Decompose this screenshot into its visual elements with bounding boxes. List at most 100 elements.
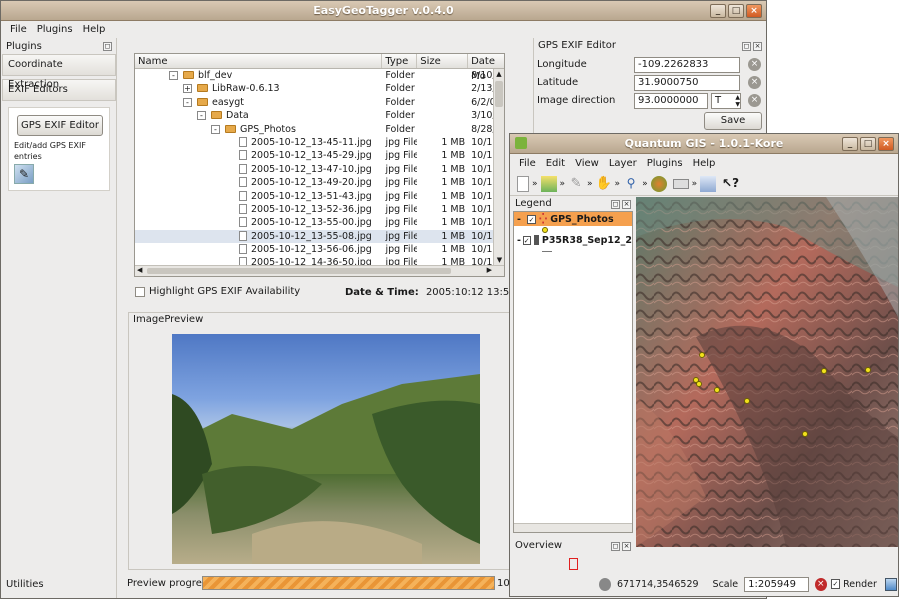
pan-hand-icon[interactable]: ✋ <box>596 176 612 192</box>
col-type[interactable]: Type <box>382 54 418 68</box>
bookmark-icon[interactable] <box>700 175 717 192</box>
float-icon[interactable]: ◻ <box>742 42 751 51</box>
legend-hscroll[interactable] <box>514 523 632 532</box>
menu-file[interactable]: File <box>5 24 32 35</box>
clear-direction-icon[interactable]: × <box>748 94 761 107</box>
float-icon[interactable]: ◻ <box>611 199 620 209</box>
capture-icon[interactable] <box>672 178 689 189</box>
table-row[interactable]: 2005-10-12_13-55-08.jpgjpg File1 MB10/12… <box>135 229 504 244</box>
cell-type: jpg File <box>385 203 418 215</box>
map-photo-point[interactable] <box>714 387 720 393</box>
map-photo-point[interactable] <box>699 352 705 358</box>
table-row[interactable]: 2005-10-12_13-55-00.jpgjpg File1 MB10/12… <box>135 216 504 229</box>
digitize-pencil-icon[interactable]: ✎ <box>568 176 584 192</box>
sidebar-item-exif-editors[interactable]: EXIF Editors <box>2 79 116 101</box>
cell-size: 1 MB <box>441 217 466 229</box>
clear-longitude-icon[interactable]: × <box>748 58 761 71</box>
menu-help[interactable]: Help <box>78 24 111 35</box>
table-row[interactable]: -blf_devFolder8/10/09 <box>135 69 504 82</box>
table-row[interactable]: 2005-10-12_13-56-06.jpgjpg File1 MB10/12… <box>135 243 504 256</box>
expander-icon[interactable]: + <box>183 84 192 94</box>
qgis-titlebar: Quantum GIS - 1.0.1-Kore _ □ × <box>510 134 898 154</box>
identify-icon[interactable]: ⚲ <box>623 176 639 192</box>
render-checkbox[interactable]: ✓ <box>830 579 841 589</box>
layer-gps-photos[interactable]: - ✓ ⁛ GPS_Photos <box>514 212 632 226</box>
longitude-input[interactable]: -109.2262833 <box>634 57 740 73</box>
minimize-button[interactable]: _ <box>710 4 726 18</box>
coordinate-capture-icon[interactable] <box>599 577 611 591</box>
qgis-menu-plugins[interactable]: Plugins <box>642 158 688 169</box>
scroll-thumb[interactable] <box>495 81 503 107</box>
close-icon[interactable]: × <box>622 541 631 551</box>
col-date[interactable]: Date Mo <box>468 54 504 82</box>
qgis-menu-layer[interactable]: Layer <box>604 158 642 169</box>
qgis-menu-file[interactable]: File <box>514 158 541 169</box>
spinner-arrows-icon[interactable]: ▲ ▼ <box>735 94 740 108</box>
layer-expander[interactable]: - <box>517 214 527 225</box>
map-photo-point[interactable] <box>865 367 871 373</box>
table-row[interactable]: 2005-10-12_13-52-36.jpgjpg File1 MB10/12… <box>135 203 504 216</box>
col-name[interactable]: Name <box>135 54 383 68</box>
save-button[interactable]: Save <box>704 112 762 130</box>
qgis-menu-view[interactable]: View <box>570 158 604 169</box>
table-row[interactable]: 2005-10-12_13-45-11.jpgjpg File1 MB10/12… <box>135 136 504 149</box>
map-photo-point[interactable] <box>821 368 827 374</box>
sidebar-item-coordinate-extraction[interactable]: Coordinate Extraction <box>2 54 116 90</box>
qgis-menu-edit[interactable]: Edit <box>541 158 570 169</box>
gps-exif-editor-button[interactable]: GPS EXIF Editor <box>17 115 103 136</box>
expander-icon[interactable]: - <box>197 111 206 121</box>
float-icon[interactable]: ◻ <box>103 41 112 51</box>
table-row[interactable]: -DataFolder3/10/09 <box>135 109 504 122</box>
close-icon[interactable]: × <box>753 42 762 51</box>
plugin-icon[interactable] <box>650 175 667 192</box>
stop-render-icon[interactable]: × <box>814 577 827 591</box>
new-project-icon[interactable] <box>517 175 529 192</box>
col-size[interactable]: Size <box>417 54 469 68</box>
file-name: 2005-10-12_13-45-29.jpg <box>251 150 372 162</box>
table-row[interactable]: 2005-10-12_13-45-29.jpgjpg File1 MB10/12… <box>135 149 504 162</box>
vertical-scrollbar[interactable]: ▲ ▼ <box>493 69 504 266</box>
utilities-footer[interactable]: Utilities <box>6 579 44 590</box>
map-photo-point[interactable] <box>802 431 808 437</box>
direction-input[interactable]: 93.0000000 <box>634 93 708 109</box>
float-icon[interactable]: ◻ <box>611 541 620 551</box>
satellite-tool-icon[interactable]: ✎ <box>14 164 34 184</box>
highlight-checkbox[interactable] <box>135 286 145 297</box>
add-layer-icon[interactable] <box>540 175 557 192</box>
whats-this-icon[interactable]: ↖? <box>722 176 739 192</box>
close-icon[interactable]: × <box>622 199 631 209</box>
maximize-button[interactable]: □ <box>728 4 744 18</box>
menu-plugins[interactable]: Plugins <box>32 24 78 35</box>
latitude-input[interactable]: 31.9000750 <box>634 75 740 91</box>
direction-ref-spinner[interactable]: T ▲ ▼ <box>711 93 741 109</box>
map-canvas[interactable] <box>636 197 898 547</box>
layer-raster[interactable]: - ✓ P35R38_Sep12_2 <box>514 233 632 247</box>
qgis-logo-icon <box>515 137 527 149</box>
qgis-maximize-button[interactable]: □ <box>860 137 876 151</box>
layer-checkbox[interactable]: ✓ <box>527 214 536 224</box>
projection-icon[interactable] <box>884 577 897 591</box>
expander-icon[interactable]: - <box>183 97 192 107</box>
overview-extent-box[interactable] <box>569 558 578 570</box>
clear-latitude-icon[interactable]: × <box>748 76 761 89</box>
qgis-menu-help[interactable]: Help <box>688 158 721 169</box>
table-row[interactable]: -GPS_PhotosFolder8/28/09 <box>135 123 504 136</box>
expander-icon[interactable]: - <box>169 71 178 80</box>
table-row[interactable]: -easygtFolder6/2/09 1 <box>135 96 504 109</box>
table-row[interactable]: +LibRaw-0.6.13Folder2/13/09 <box>135 82 504 95</box>
horizontal-scrollbar[interactable]: ◀ ▶ <box>135 265 504 276</box>
table-row[interactable]: 2005-10-12_13-51-43.jpgjpg File1 MB10/12… <box>135 190 504 203</box>
expander-icon[interactable]: - <box>211 124 220 134</box>
map-photo-point[interactable] <box>744 398 750 404</box>
qgis-minimize-button[interactable]: _ <box>842 137 858 151</box>
map-photo-point[interactable] <box>696 381 702 387</box>
file-table[interactable]: Name Type Size Date Mo -blf_devFolder8/1… <box>134 53 505 277</box>
table-row[interactable]: 2005-10-12_13-47-10.jpgjpg File1 MB10/12… <box>135 163 504 176</box>
table-row[interactable]: 2005-10-12_13-49-20.jpgjpg File1 MB10/12… <box>135 176 504 189</box>
layer-checkbox[interactable]: ✓ <box>522 235 531 245</box>
scale-input[interactable]: 1:205949 <box>744 576 809 592</box>
legend-list[interactable]: - ✓ ⁛ GPS_Photos - ✓ P35R38_Sep12_2 <box>513 211 633 533</box>
main-menubar: File Plugins Help <box>1 21 766 38</box>
qgis-close-button[interactable]: × <box>878 137 894 151</box>
close-button[interactable]: × <box>746 4 762 18</box>
